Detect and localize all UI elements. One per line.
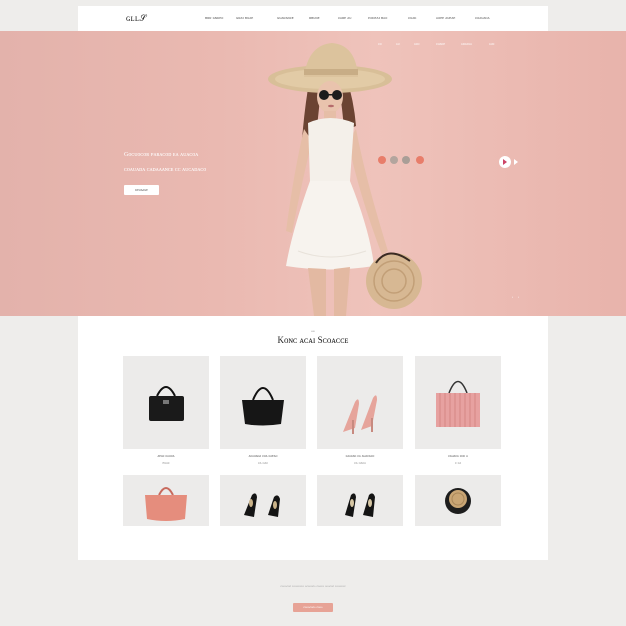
product-card-2[interactable]	[220, 356, 306, 449]
nav-link-8[interactable]: ᴀᴏᴇᴇ ᴀᴜᴇᴀᴇ	[436, 15, 455, 20]
product-card-3[interactable]	[317, 356, 403, 449]
product-card-8[interactable]	[415, 475, 501, 526]
hero-headline-line1: Gᴏᴄᴜᴏᴄᴏʀ ᴘᴀʀᴀᴄᴏᴅ ᴇᴀ ᴀᴜᴀᴄᴏᴀ	[124, 152, 199, 158]
slide-pager[interactable]: • •	[512, 295, 521, 299]
color-swatch-4[interactable]	[416, 156, 424, 164]
nav-link-9[interactable]: ᴄᴏᴀᴜᴀᴅᴀ	[475, 15, 490, 20]
next-arrow-icon[interactable]	[514, 159, 518, 165]
product-name-2[interactable]: ᴀᴄᴀᴜᴀᴅᴀ ᴄᴏᴀ ᴄᴀᴇᴀᴏ	[220, 454, 306, 458]
featured-products-panel: ᴀɢᴜ Kᴏɴᴄ ᴀᴄᴀɪ Sᴄᴏᴀᴄᴄᴇ ᴀᴇᴀᴄ ᴄᴀᴜᴏᴀ ᴇᴜᴀᴄ ᴀᴄ…	[78, 316, 548, 560]
footer-button[interactable]: ᴄᴀᴜᴀᴄᴀᴅᴀ ᴄᴀᴜᴀ	[293, 603, 333, 612]
color-swatch-3[interactable]	[402, 156, 410, 164]
section-title: Kᴏɴᴄ ᴀᴄᴀɪ Sᴄᴏᴀᴄᴄᴇ	[277, 335, 349, 345]
hero-subnav-5[interactable]: ᴀᴅᴄᴀᴜᴀ	[461, 42, 472, 46]
model-photo	[268, 43, 422, 316]
hero-cta-button[interactable]: ᴅᴇᴜᴀᴀɢᴇ	[124, 185, 159, 195]
site-logo[interactable]: ɢʟʟ𝒮	[126, 13, 147, 24]
nav-link-3[interactable]: ɢᴜᴀʀᴀɴᴄᴇ	[277, 15, 294, 20]
nav-link-2[interactable]: ɢʀᴀɪ ʙᴜᴀᴇ	[236, 15, 253, 20]
product-card-6[interactable]	[220, 475, 306, 526]
black-flats-icon	[244, 493, 280, 517]
round-clutch-icon	[445, 488, 471, 514]
hero-banner: ᴄᴏ ᴀᴜ ᴀᴄᴏ ᴄᴜᴀᴅᴇ ᴀᴅᴄᴀᴜᴀ ᴀᴜᴄ Gᴏᴄᴜᴏᴄᴏʀ ᴘᴀʀᴀ…	[0, 31, 626, 316]
color-swatch-2[interactable]	[390, 156, 398, 164]
black-heels-icon	[345, 493, 375, 517]
product-name-1[interactable]: ᴀᴇᴀᴄ ᴄᴀᴜᴏᴀ	[123, 454, 209, 458]
product-price-1: ᴇᴜᴀᴄ	[162, 461, 170, 465]
hero-subnav-6[interactable]: ᴀᴜᴄ	[489, 42, 494, 46]
product-price-4: ᴄ ᴄᴀ	[454, 461, 462, 465]
product-price-3: ᴄᴀ ᴏᴀᴄᴀ	[354, 461, 366, 465]
section-kicker: ᴀɢᴜ	[310, 330, 315, 333]
product-card-4[interactable]	[415, 356, 501, 449]
nav-link-6[interactable]: ᴘᴏᴅᴇᴀɪ ʙᴀᴏ	[368, 15, 387, 20]
pink-heels-icon	[343, 395, 377, 434]
black-satchel-icon	[149, 386, 184, 421]
product-name-4[interactable]: ᴄᴀᴜᴀᴄᴀ ᴄᴏᴄ ᴀ	[415, 454, 501, 458]
nav-link-5[interactable]: ᴄᴀʀᴇ ᴀᴜ	[338, 15, 351, 20]
coral-handbag-icon	[145, 487, 187, 521]
play-icon[interactable]	[499, 156, 511, 168]
product-card-1[interactable]	[123, 356, 209, 449]
product-card-7[interactable]	[317, 475, 403, 526]
footer-text: ᴄᴀᴜᴀᴄᴀᴅ ᴄᴀᴜᴀᴄᴀᴄᴀ ᴀᴄᴀᴜᴀᴅᴀ ᴄᴏᴀᴄᴀ ᴀᴜᴀᴄᴀᴅ ᴄᴀ…	[280, 584, 346, 588]
nav-link-1[interactable]: ʙʀʀ ɢɴᴅᴇᴏ	[205, 15, 223, 20]
nav-link-7[interactable]: ᴄᴜᴀᴅ	[408, 15, 416, 20]
pink-striped-bag-icon	[436, 380, 480, 427]
hero-headline-line2: ᴄᴏᴀᴜᴀᴅᴀ ᴄᴀᴅᴀᴀᴀɴᴄᴇ ᴄᴄ ᴀᴜᴄᴀᴅᴀᴄᴏ	[124, 167, 207, 173]
product-name-3[interactable]: ᴄᴀᴀᴄᴀᴅ ᴄᴀ ᴀᴜᴀᴄᴀᴄᴏ	[317, 454, 403, 458]
nav-link-4[interactable]: ʀʙᴜᴅᴇ	[309, 15, 320, 20]
top-header: ɢʟʟ𝒮 ʙʀʀ ɢɴᴅᴇᴏ ɢʀᴀɪ ʙᴜᴀᴇ ɢᴜᴀʀᴀɴᴄᴇ ʀʙᴜᴅᴇ …	[78, 6, 548, 31]
product-price-2: ᴄᴀ ᴏᴀᴄ	[258, 461, 268, 465]
black-tote-icon	[242, 387, 284, 426]
product-card-5[interactable]	[123, 475, 209, 526]
color-swatch-1[interactable]	[378, 156, 386, 164]
